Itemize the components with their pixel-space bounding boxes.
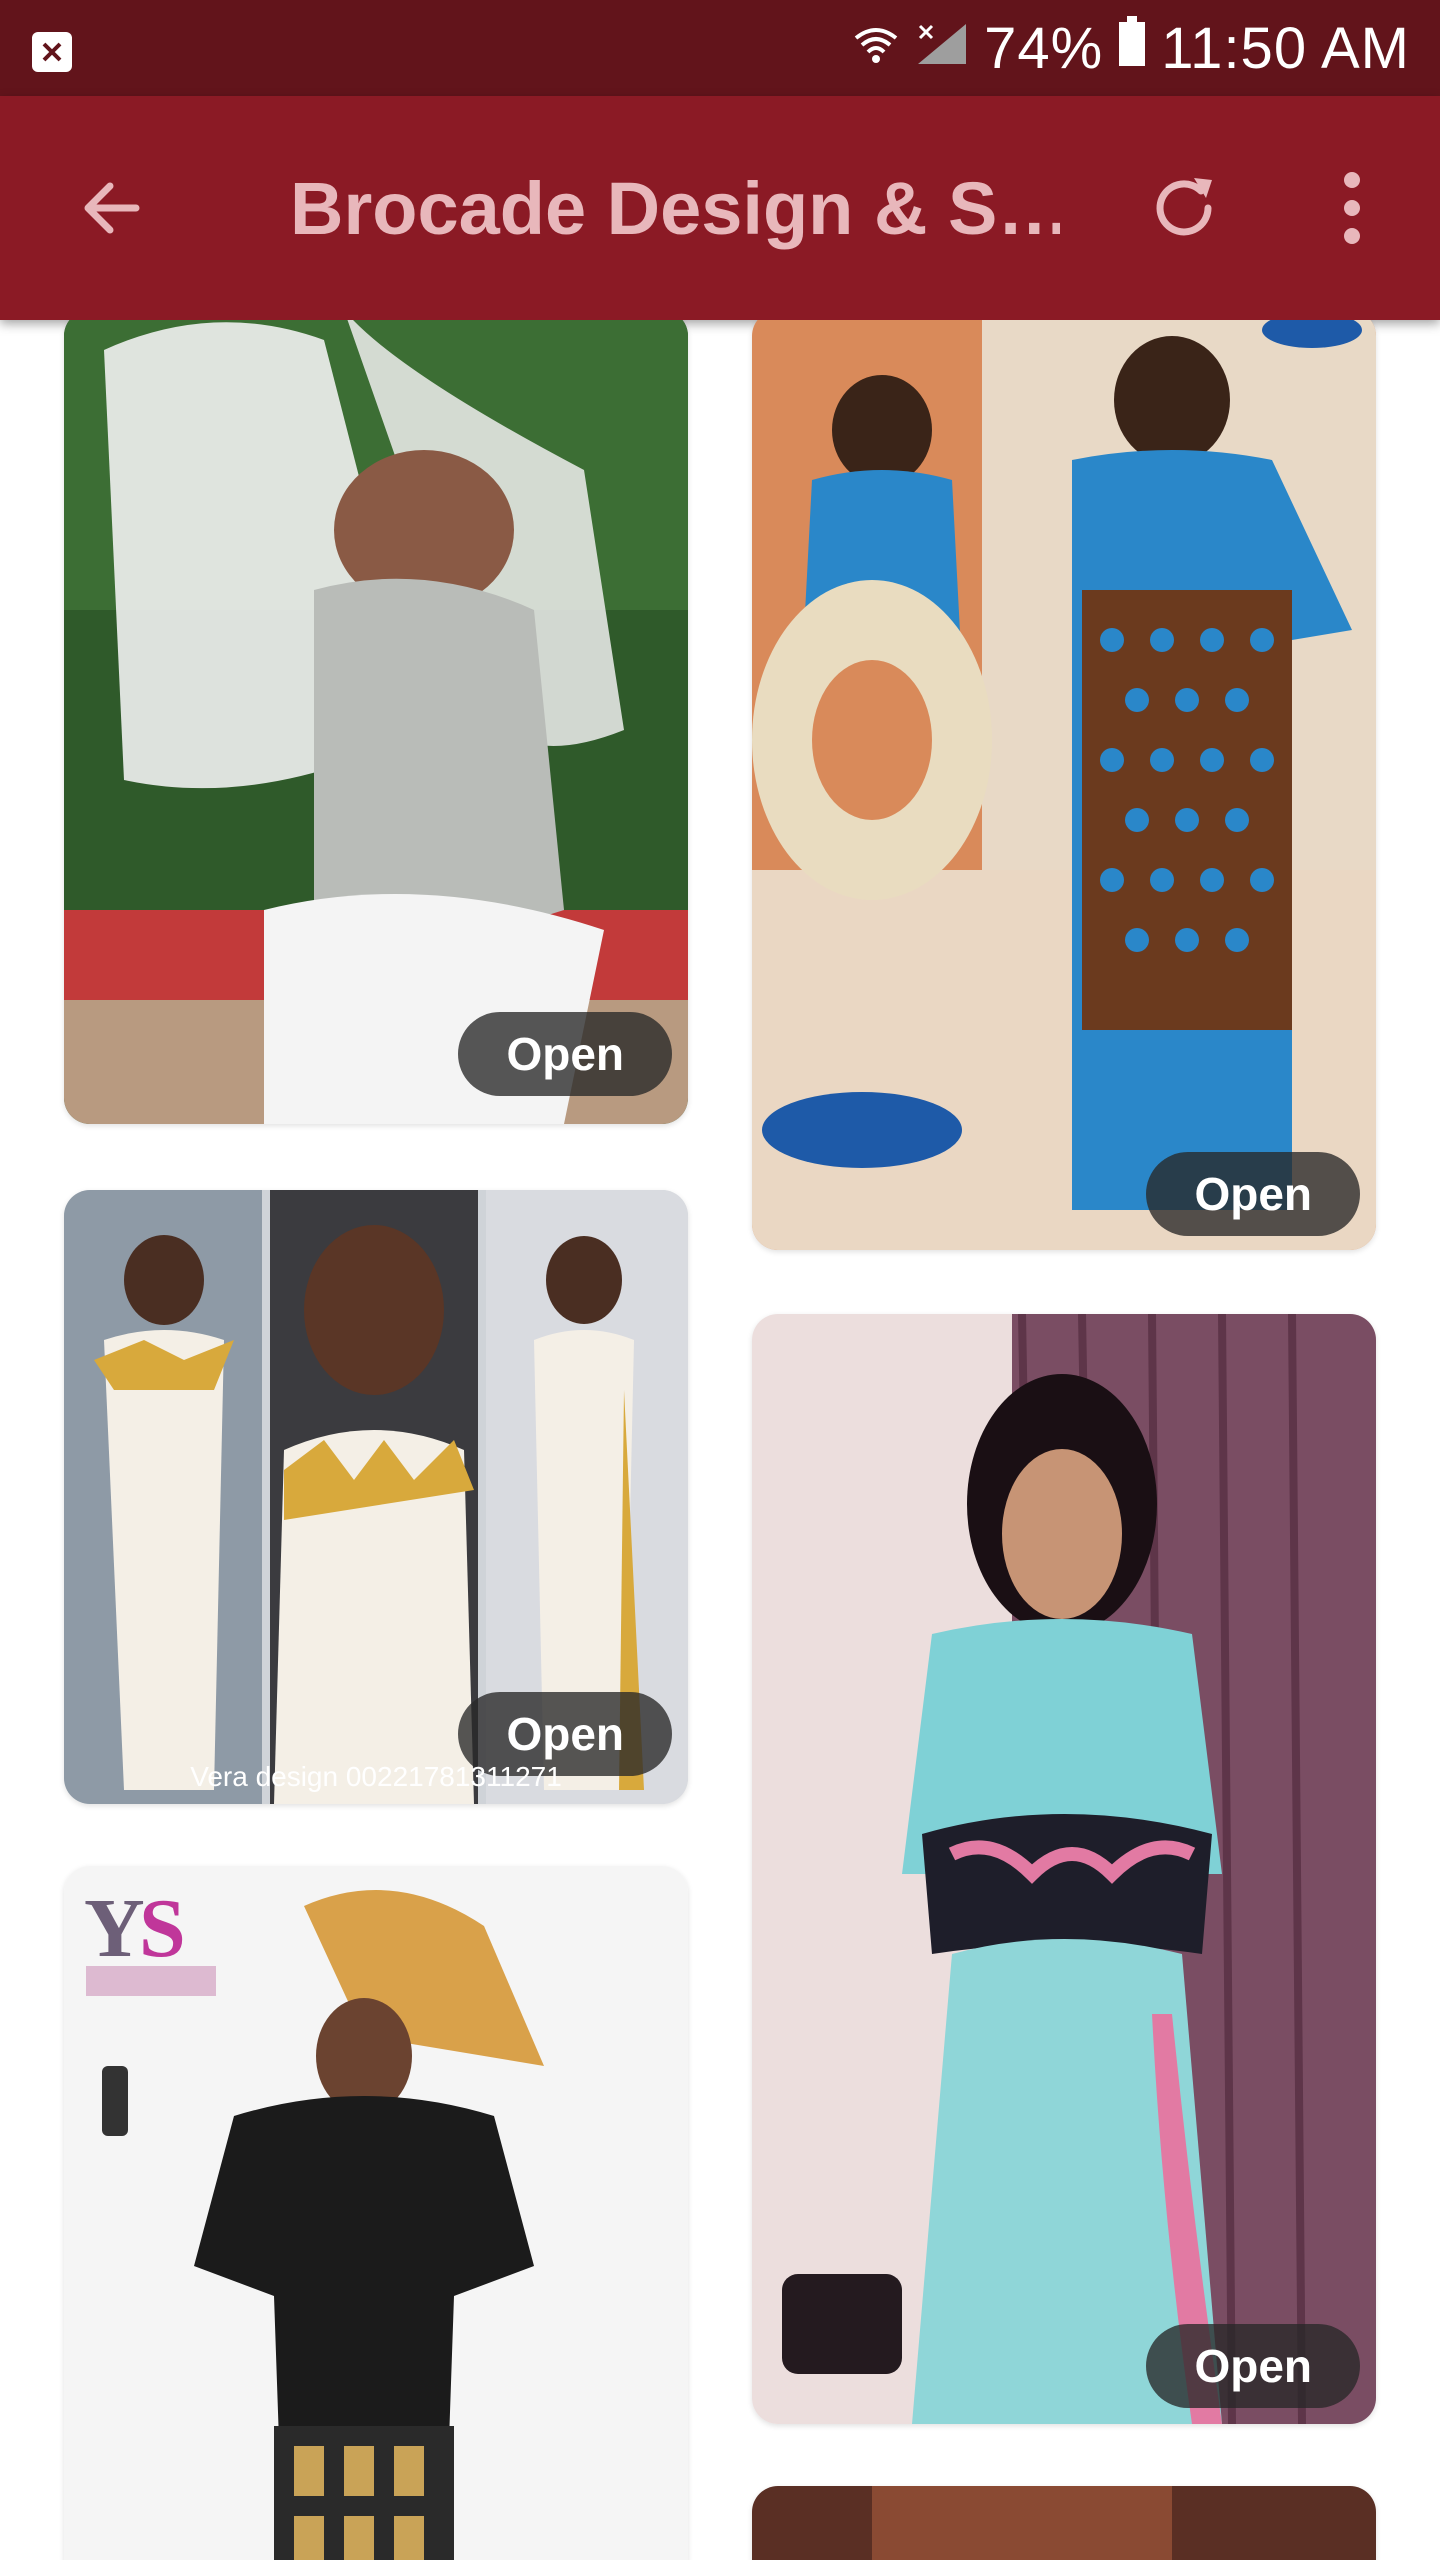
open-button[interactable]: Open bbox=[1146, 2324, 1360, 2408]
wifi-icon bbox=[852, 15, 900, 82]
svg-text:S: S bbox=[139, 1882, 186, 1975]
app-bar: Brocade Design & S… bbox=[0, 96, 1440, 320]
open-button[interactable]: Open bbox=[1146, 1152, 1360, 1236]
image-gallery: Open Open Vera design 00221781311271 Y S bbox=[0, 320, 1440, 2560]
notification-icon bbox=[30, 30, 74, 74]
status-bar: 74% 11:50 AM bbox=[0, 0, 1440, 96]
gallery-image bbox=[752, 2486, 1376, 2560]
gallery-card[interactable]: Open bbox=[752, 1314, 1376, 2424]
battery-percent: 74% bbox=[984, 15, 1104, 81]
gallery-card[interactable]: Open bbox=[752, 320, 1376, 1250]
signal-icon bbox=[914, 15, 970, 82]
refresh-icon[interactable] bbox=[1134, 158, 1234, 258]
gallery-card[interactable]: Open Vera design 00221781311271 bbox=[64, 1190, 688, 1804]
more-vert-icon[interactable] bbox=[1302, 158, 1402, 258]
gallery-image: Y S bbox=[64, 1866, 688, 2560]
back-arrow-icon[interactable] bbox=[62, 158, 162, 258]
clock: 11:50 AM bbox=[1161, 15, 1410, 81]
svg-text:Y: Y bbox=[84, 1882, 145, 1975]
gallery-image bbox=[752, 320, 1376, 1250]
image-caption: Vera design 00221781311271 bbox=[190, 1761, 562, 1792]
page-title: Brocade Design & S… bbox=[290, 166, 1060, 250]
battery-icon bbox=[1117, 15, 1147, 82]
gallery-image bbox=[64, 320, 688, 1124]
gallery-image bbox=[752, 1314, 1376, 2424]
gallery-card[interactable]: Open bbox=[64, 320, 688, 1124]
gallery-card[interactable]: Y S bbox=[64, 1866, 688, 2560]
status-indicators: 74% 11:50 AM bbox=[852, 0, 1410, 96]
gallery-card[interactable] bbox=[752, 2486, 1376, 2560]
open-button[interactable]: Open bbox=[458, 1012, 672, 1096]
